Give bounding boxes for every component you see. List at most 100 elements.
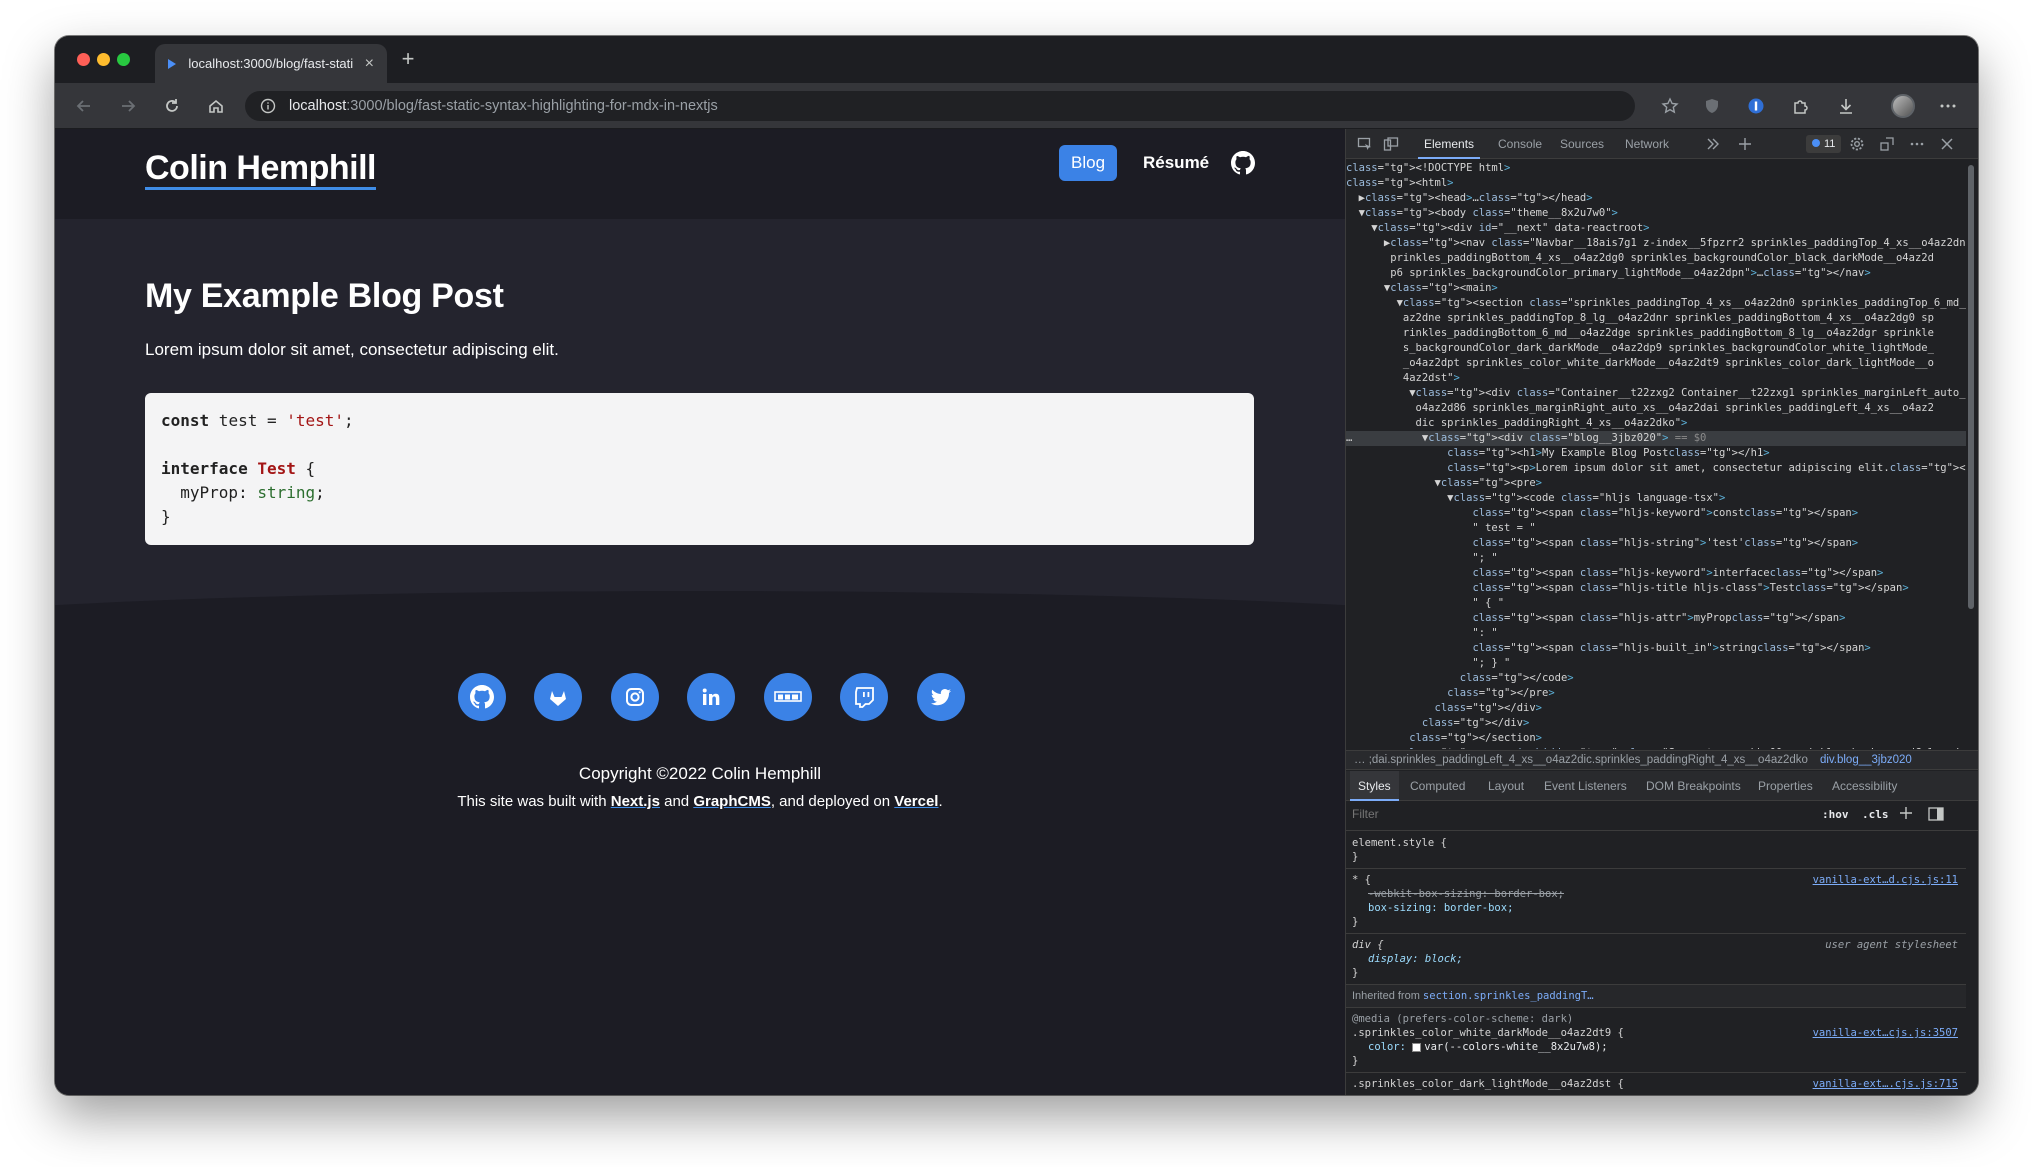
profile-avatar[interactable]	[1891, 94, 1915, 118]
rule-source-link[interactable]: vanilla-ext…cjs.js:3507	[1813, 1026, 1958, 1040]
rule-source-link[interactable]: vanilla-ext…d.cjs.js:11	[1813, 873, 1958, 887]
tab-properties[interactable]: Properties	[1758, 771, 1813, 801]
new-rule-icon[interactable]	[1898, 805, 1914, 824]
tab-styles[interactable]: Styles	[1350, 771, 1399, 801]
dom-node-line[interactable]: " { "	[1346, 596, 1966, 611]
dom-node-line[interactable]: ": "	[1346, 626, 1966, 641]
dom-node-line[interactable]: class="tg"></section>	[1346, 731, 1966, 746]
dom-node-line[interactable]: class="tg"></pre>	[1346, 686, 1966, 701]
settings-gear-icon[interactable]	[1848, 135, 1866, 153]
graphcms-link[interactable]: GraphCMS	[693, 793, 771, 810]
dom-node-line[interactable]: p6 sprinkles_backgroundColor_primary_lig…	[1346, 266, 1966, 281]
site-info-icon[interactable]	[259, 97, 277, 115]
rule-universal[interactable]: vanilla-ext…d.cjs.js:11 * { -webkit-box-…	[1346, 869, 1966, 934]
rule-property[interactable]: -webkit-box-sizing: border-box;	[1352, 887, 1960, 901]
dom-node-line[interactable]: ▼class="tg"><main>	[1346, 281, 1966, 296]
tab-event-listeners[interactable]: Event Listeners	[1544, 771, 1627, 801]
dom-node-line[interactable]: s_backgroundColor_dark_darkMode__o4az2dp…	[1346, 341, 1966, 356]
dom-node-line[interactable]: … ▼class="tg"><div class="blog__3jbz020"…	[1346, 431, 1966, 446]
devtools-tab-elements[interactable]: Elements	[1418, 129, 1481, 159]
dom-node-line[interactable]: class="tg"><span class="hljs-string">'te…	[1346, 536, 1966, 551]
more-menu-icon[interactable]	[1937, 95, 1959, 117]
dom-node-line[interactable]: ▶class="tg"><nav class="Navbar__18ais7g1…	[1346, 236, 1966, 251]
linkedin-icon[interactable]	[687, 673, 735, 721]
dom-node-line[interactable]: class="tg"><span class="hljs-attr">myPro…	[1346, 611, 1966, 626]
nextjs-link[interactable]: Next.js	[611, 793, 660, 810]
github-icon[interactable]	[1231, 151, 1255, 175]
devtools-menu-icon[interactable]	[1908, 135, 1926, 153]
site-title[interactable]: Colin Hemphill	[145, 149, 377, 190]
dom-node-line[interactable]: o4az2d86 sprinkles_marginRight_auto_xs__…	[1346, 401, 1966, 416]
gitlab-icon[interactable]	[534, 673, 582, 721]
close-window-button[interactable]	[77, 53, 90, 66]
dom-node-line[interactable]: ▼class="tg"><div id="__next" data-reactr…	[1346, 221, 1966, 236]
new-tab-button[interactable]: +	[395, 46, 421, 72]
close-tab-icon[interactable]: ×	[362, 55, 377, 73]
devtools-tab-network[interactable]: Network	[1625, 129, 1669, 159]
password-manager-icon[interactable]	[1745, 95, 1767, 117]
dom-node-line[interactable]: class="tg"><h1>My Example Blog Postclass…	[1346, 446, 1966, 461]
twitch-icon[interactable]	[840, 673, 888, 721]
nav-blog-link[interactable]: Blog	[1059, 145, 1118, 181]
instagram-icon[interactable]	[611, 673, 659, 721]
remote-devices-icon[interactable]	[1878, 135, 1896, 153]
maximize-window-button[interactable]	[117, 53, 130, 66]
address-bar[interactable]: localhost:3000/blog/fast-static-syntax-h…	[245, 91, 1635, 121]
forward-icon[interactable]	[117, 95, 139, 117]
minimize-window-button[interactable]	[97, 53, 110, 66]
vercel-link[interactable]: Vercel	[894, 793, 938, 810]
rule-property[interactable]: box-sizing: border-box;	[1352, 901, 1960, 915]
dom-node-line[interactable]: " test = "	[1346, 521, 1966, 536]
dom-node-line[interactable]: "; "	[1346, 551, 1966, 566]
back-icon[interactable]	[73, 95, 95, 117]
dom-node-line[interactable]: rinkles_paddingBottom_6_md__o4az2dge spr…	[1346, 326, 1966, 341]
inherited-selector[interactable]: section.sprinkles_paddingT…	[1423, 990, 1594, 1002]
close-devtools-icon[interactable]	[1938, 135, 1956, 153]
extension-shield-icon[interactable]	[1701, 95, 1723, 117]
styles-filter-input[interactable]	[1352, 807, 1652, 821]
npm-icon[interactable]	[764, 673, 812, 721]
add-tab-icon[interactable]	[1736, 135, 1754, 153]
dom-node-line[interactable]: class="tg"><span class="hljs-keyword">in…	[1346, 566, 1966, 581]
reload-icon[interactable]	[161, 95, 183, 117]
dom-node-line[interactable]: class="tg"></div>	[1346, 701, 1966, 716]
device-toolbar-icon[interactable]	[1382, 135, 1400, 153]
dom-node-line[interactable]: class="tg"><html>	[1346, 176, 1966, 191]
dom-node-line[interactable]: ▼class="tg"><pre>	[1346, 476, 1966, 491]
tab-computed[interactable]: Computed	[1410, 771, 1465, 801]
dom-node-line[interactable]: ▼class="tg"><div class="Container__t22zx…	[1346, 386, 1966, 401]
devtools-tab-sources[interactable]: Sources	[1560, 129, 1604, 159]
toggle-sidebar-icon[interactable]	[1928, 807, 1944, 824]
rule-color-white[interactable]: vanilla-ext…cjs.js:3507 @media (prefers-…	[1346, 1008, 1966, 1073]
class-toggle[interactable]: .cls	[1862, 808, 1889, 821]
dom-node-line[interactable]: az2dne sprinkles_paddingTop_8_lg__o4az2d…	[1346, 311, 1966, 326]
rule-color-dark[interactable]: vanilla-ext….cjs.js:715 .sprinkles_color…	[1346, 1073, 1966, 1095]
tab-accessibility[interactable]: Accessibility	[1832, 771, 1897, 801]
more-tabs-icon[interactable]	[1704, 135, 1722, 153]
twitter-icon[interactable]	[917, 673, 965, 721]
issues-badge[interactable]: 11	[1806, 135, 1842, 153]
dom-node-line[interactable]: dic sprinkles_paddingRight_4_xs__o4az2dk…	[1346, 416, 1966, 431]
dom-node-line[interactable]: class="tg"></div>	[1346, 716, 1966, 731]
dom-node-line[interactable]: class="tg"><span class="hljs-built_in">s…	[1346, 641, 1966, 656]
dom-node-line[interactable]: "; } "	[1346, 656, 1966, 671]
devtools-tab-console[interactable]: Console	[1498, 129, 1542, 159]
dom-node-line[interactable]: class="tg"><!DOCTYPE html>	[1346, 161, 1966, 176]
extensions-puzzle-icon[interactable]	[1789, 95, 1811, 117]
dom-node-line[interactable]: ▶class="tg"><head>…class="tg"></head>	[1346, 191, 1966, 206]
rule-element-style[interactable]: element.style { }	[1346, 832, 1966, 869]
tab-layout[interactable]: Layout	[1488, 771, 1524, 801]
rule-property[interactable]: color: var(--colors-white__8x2u7w8);	[1352, 1040, 1960, 1054]
breadcrumb-active[interactable]: div.blog__3jbz020	[1820, 754, 1912, 766]
dom-node-line[interactable]: prinkles_paddingBottom_4_xs__o4az2dg0 sp…	[1346, 251, 1966, 266]
dom-node-line[interactable]: ▼class="tg"><body class="theme__8x2u7w0"…	[1346, 206, 1966, 221]
breadcrumb-parent[interactable]: … ;dai.sprinkles_paddingLeft_4_xs__o4az2…	[1354, 754, 1808, 766]
dom-node-line[interactable]: ▼class="tg"><code class="hljs language-t…	[1346, 491, 1966, 506]
dom-node-line[interactable]: class="tg"><p>Lorem ipsum dolor sit amet…	[1346, 461, 1966, 476]
home-icon[interactable]	[205, 95, 227, 117]
hover-state-toggle[interactable]: :hov	[1822, 808, 1849, 821]
dom-tree[interactable]: class="tg"><!DOCTYPE html> class="tg"><ht…	[1346, 159, 1966, 749]
dom-node-line[interactable]: class="tg"><span class="hljs-keyword">co…	[1346, 506, 1966, 521]
dom-node-line[interactable]: class="tg"></code>	[1346, 671, 1966, 686]
downloads-icon[interactable]	[1835, 95, 1857, 117]
